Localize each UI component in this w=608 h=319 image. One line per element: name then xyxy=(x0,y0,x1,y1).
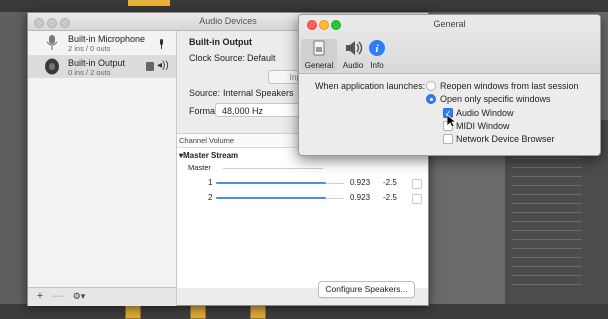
device-name: Built-in Output xyxy=(68,58,126,68)
clock-source-label: Clock Source: xyxy=(189,53,246,63)
output-speaker-icon: ◂)) xyxy=(157,60,169,71)
info-icon: i xyxy=(369,40,385,56)
zoom-button[interactable] xyxy=(60,18,70,28)
toolbar: General General Audio i Info xyxy=(299,15,600,74)
stream-row[interactable]: ▾Master Stream xyxy=(179,151,238,160)
input-microphone-icon xyxy=(160,39,163,49)
stream-label: Master Stream xyxy=(183,151,239,160)
source-value[interactable]: Internal Speakers xyxy=(223,88,294,98)
tab-label: Info xyxy=(370,61,384,70)
open-specific-windows-radio[interactable] xyxy=(426,94,436,104)
column-channel-volume: Channel Volume xyxy=(179,136,235,145)
background-clip xyxy=(190,305,206,319)
network-device-browser-checkbox[interactable] xyxy=(443,134,453,144)
zoom-button[interactable] xyxy=(331,20,341,30)
channel-2-mute-checkbox[interactable] xyxy=(412,194,422,204)
device-list-footer: + — ⚙▾ xyxy=(28,287,177,306)
channel-db: -2.5 xyxy=(383,193,397,202)
radio-label: Open only specific windows xyxy=(440,94,551,104)
checkbox-label: MIDI Window xyxy=(456,121,510,131)
minimize-button[interactable] xyxy=(319,20,329,30)
general-switch-icon xyxy=(313,40,325,56)
background-bottom-bar xyxy=(0,304,608,319)
finder-icon xyxy=(146,62,154,71)
device-io: 0 ins / 2 outs xyxy=(68,68,111,77)
add-device-button[interactable]: + xyxy=(32,290,48,303)
channel-db: -2.5 xyxy=(383,178,397,187)
radio-label: Reopen windows from last session xyxy=(440,81,579,91)
checkbox-label: Audio Window xyxy=(456,108,514,118)
device-row-built-in-microphone[interactable]: Built-in Microphone 2 ins / 0 outs xyxy=(28,31,176,54)
device-io: 2 ins / 0 outs xyxy=(68,44,111,53)
device-name: Built-in Microphone xyxy=(68,34,146,44)
tab-label: General xyxy=(304,61,334,70)
channel-1-mute-checkbox[interactable] xyxy=(412,179,422,189)
channel-name: 2 xyxy=(208,193,213,202)
tab-info[interactable]: i Info xyxy=(359,39,395,71)
channel-2-volume-slider[interactable] xyxy=(216,197,326,199)
microphone-icon xyxy=(46,35,58,50)
general-preferences-window: General General Audio i Info When applic… xyxy=(298,14,601,156)
launch-label: When application launches: xyxy=(315,81,426,91)
device-title: Built-in Output xyxy=(189,37,252,47)
configure-speakers-button[interactable]: Configure Speakers... xyxy=(318,281,415,298)
source-label: Source: xyxy=(189,88,221,98)
background-top-bar xyxy=(0,0,608,12)
close-button[interactable] xyxy=(34,18,44,28)
channel-value: 0.923 xyxy=(350,193,371,202)
slider-remaining xyxy=(326,183,344,184)
background-ruler xyxy=(512,140,582,290)
channel-1-volume-slider[interactable] xyxy=(216,182,326,184)
background-clip xyxy=(128,0,170,6)
window-title: General xyxy=(433,19,466,29)
device-row-built-in-output[interactable]: Built-in Output 0 ins / 2 outs ◂)) xyxy=(28,55,176,78)
remove-device-button[interactable]: — xyxy=(50,290,66,303)
minimize-button[interactable] xyxy=(47,18,57,28)
channel-name: 1 xyxy=(208,178,213,187)
clock-source-value[interactable]: Default xyxy=(247,53,276,63)
reopen-windows-radio[interactable] xyxy=(426,81,436,91)
tab-general[interactable]: General xyxy=(301,39,337,71)
slider-remaining xyxy=(326,198,344,199)
close-button[interactable] xyxy=(307,20,317,30)
action-menu-button[interactable]: ⚙▾ xyxy=(68,290,90,303)
mouse-cursor-icon xyxy=(447,115,456,128)
master-volume-slider[interactable] xyxy=(223,168,323,169)
background-clip xyxy=(250,305,266,319)
checkbox-label: Network Device Browser xyxy=(456,134,555,144)
device-list: Built-in Microphone 2 ins / 0 outs Built… xyxy=(28,31,177,287)
background-clip xyxy=(125,305,141,319)
channel-name: Master xyxy=(188,163,211,172)
channel-value: 0.923 xyxy=(350,178,371,187)
speaker-icon xyxy=(45,58,59,75)
format-value: 48,000 Hz xyxy=(222,106,264,116)
